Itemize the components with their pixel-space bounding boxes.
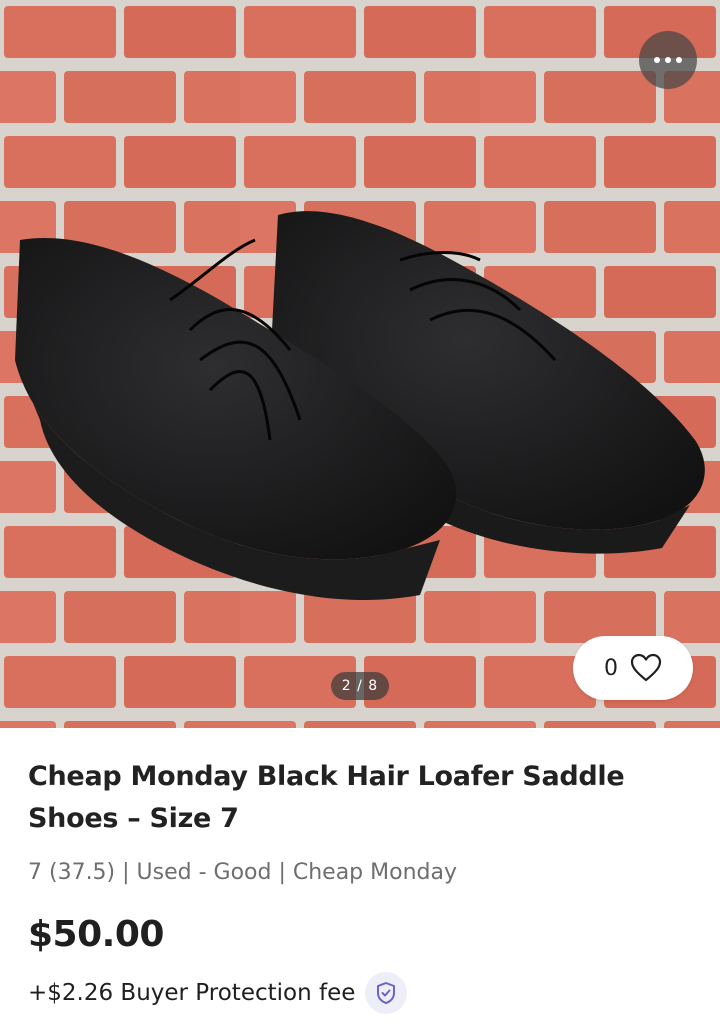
heart-icon xyxy=(630,653,662,682)
image-counter: 2 / 8 xyxy=(331,672,389,700)
more-options-button[interactable] xyxy=(639,31,697,89)
buyer-protection-fee: +$2.26 Buyer Protection fee xyxy=(28,980,356,1006)
listing-meta: 7 (37.5) | Used - Good | Cheap Monday xyxy=(28,860,457,885)
shoe-image xyxy=(0,0,720,728)
buyer-protection-row: +$2.26 Buyer Protection fee xyxy=(28,972,408,1014)
like-button[interactable]: 0 xyxy=(573,636,693,700)
more-dots-icon xyxy=(654,57,682,63)
like-count: 0 xyxy=(604,655,618,681)
shield-check-icon xyxy=(377,982,396,1004)
listing-title: Cheap Monday Black Hair Loafer Saddle Sh… xyxy=(28,761,625,834)
product-photo[interactable]: 2 / 8 0 xyxy=(0,0,720,728)
buyer-protection-info-button[interactable] xyxy=(365,972,408,1014)
listing-details: Cheap Monday Black Hair Loafer Saddle Sh… xyxy=(28,756,688,840)
listing-price: $50.00 xyxy=(28,914,164,955)
